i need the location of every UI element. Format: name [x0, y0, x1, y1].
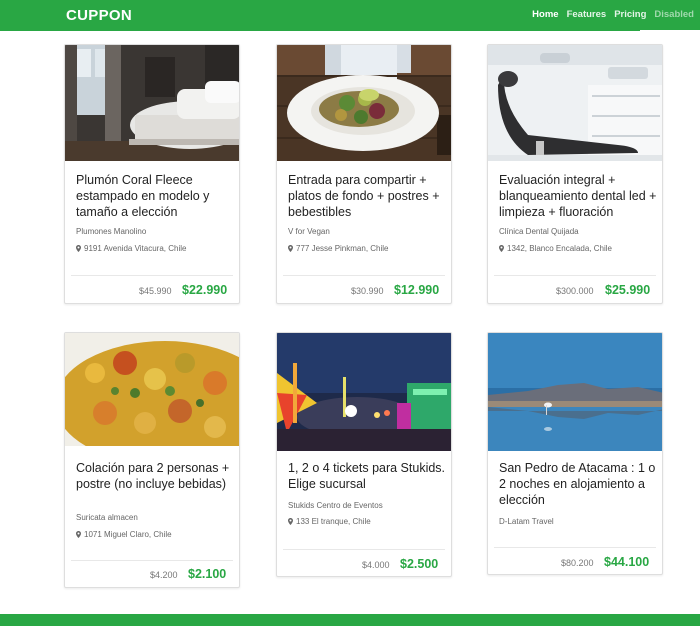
nav-features[interactable]: Features [567, 9, 607, 20]
deal-title[interactable]: Plumón Coral Fleece estampado en modelo … [76, 172, 236, 220]
discount-price: $2.100 [188, 567, 227, 581]
location-pin-icon [288, 245, 293, 252]
navbar: CUPPON Home Features Pricing Disabled [0, 0, 700, 31]
deal-title[interactable]: Entrada para compartir + platos de fondo… [288, 172, 448, 220]
discount-price: $44.100 [604, 555, 650, 569]
deal-title[interactable]: San Pedro de Atacama : 1 o 2 noches en a… [499, 460, 659, 508]
location-text: 133 El tranque, Chile [296, 517, 371, 526]
deal-image-amusement-park [277, 333, 451, 451]
location-text: 1342, Blanco Encalada, Chile [507, 244, 612, 253]
merchant-name: V for Vegan [288, 227, 330, 236]
nav-disabled: Disabled [654, 9, 694, 20]
nav-active-underline [640, 30, 700, 32]
location-pin-icon [76, 245, 81, 252]
deal-card[interactable]: 1, 2 o 4 tickets para Stukids. Elige suc… [276, 332, 452, 577]
location-pin-icon [499, 245, 504, 252]
discount-price: $2.500 [400, 557, 439, 571]
deal-location: 1342, Blanco Encalada, Chile [499, 244, 612, 253]
merchant-name: Suricata almacen [76, 513, 138, 522]
footer-bar [0, 614, 700, 626]
deal-card[interactable]: Plumón Coral Fleece estampado en modelo … [64, 44, 240, 304]
deal-location: 9191 Avenida Vitacura, Chile [76, 244, 186, 253]
deal-image-bedroom [65, 45, 239, 161]
original-price: $4.200 [150, 570, 178, 580]
original-price: $4.000 [362, 560, 390, 570]
deal-image-vegetable-stew [65, 333, 239, 446]
location-text: 9191 Avenida Vitacura, Chile [84, 244, 187, 253]
merchant-name: Stukids Centro de Eventos [288, 501, 383, 510]
discount-price: $25.990 [605, 283, 651, 297]
card-divider [71, 275, 233, 276]
deal-card[interactable]: Evaluación integral + blanqueamiento den… [487, 44, 663, 304]
deal-card[interactable]: Colación para 2 personas + postre (no in… [64, 332, 240, 588]
discount-price: $12.990 [394, 283, 440, 297]
deal-image-dental-chair [488, 45, 662, 161]
deal-card[interactable]: San Pedro de Atacama : 1 o 2 noches en a… [487, 332, 663, 575]
nav-links: Home Features Pricing Disabled [532, 9, 694, 20]
nav-home[interactable]: Home [532, 9, 558, 20]
original-price: $300.000 [556, 286, 594, 296]
brand-logo[interactable]: CUPPON [66, 7, 132, 24]
discount-price: $22.990 [182, 283, 228, 297]
merchant-name: Clínica Dental Quijada [499, 227, 579, 236]
deal-location: 777 Jesse Pinkman, Chile [288, 244, 389, 253]
location-pin-icon [288, 518, 293, 525]
deal-card[interactable]: Entrada para compartir + platos de fondo… [276, 44, 452, 304]
deal-title[interactable]: Evaluación integral + blanqueamiento den… [499, 172, 659, 220]
original-price: $30.990 [351, 286, 384, 296]
location-text: 777 Jesse Pinkman, Chile [296, 244, 389, 253]
card-divider [283, 275, 445, 276]
merchant-name: D-Latam Travel [499, 517, 554, 526]
card-divider [71, 560, 233, 561]
card-divider [494, 275, 656, 276]
deal-location: 1071 Miguel Claro, Chile [76, 530, 172, 539]
merchant-name: Plumones Manolino [76, 227, 147, 236]
deal-image-salad-plate [277, 45, 451, 161]
location-text: 1071 Miguel Claro, Chile [84, 530, 172, 539]
card-divider [494, 547, 656, 548]
original-price: $80.200 [561, 558, 594, 568]
deal-title[interactable]: 1, 2 o 4 tickets para Stukids. Elige suc… [288, 460, 448, 492]
deal-image-lagoon-flamingo [488, 333, 662, 451]
deal-location: 133 El tranque, Chile [288, 517, 371, 526]
card-divider [283, 549, 445, 550]
original-price: $45.990 [139, 286, 172, 296]
nav-pricing[interactable]: Pricing [614, 9, 646, 20]
deal-title[interactable]: Colación para 2 personas + postre (no in… [76, 460, 236, 492]
location-pin-icon [76, 531, 81, 538]
